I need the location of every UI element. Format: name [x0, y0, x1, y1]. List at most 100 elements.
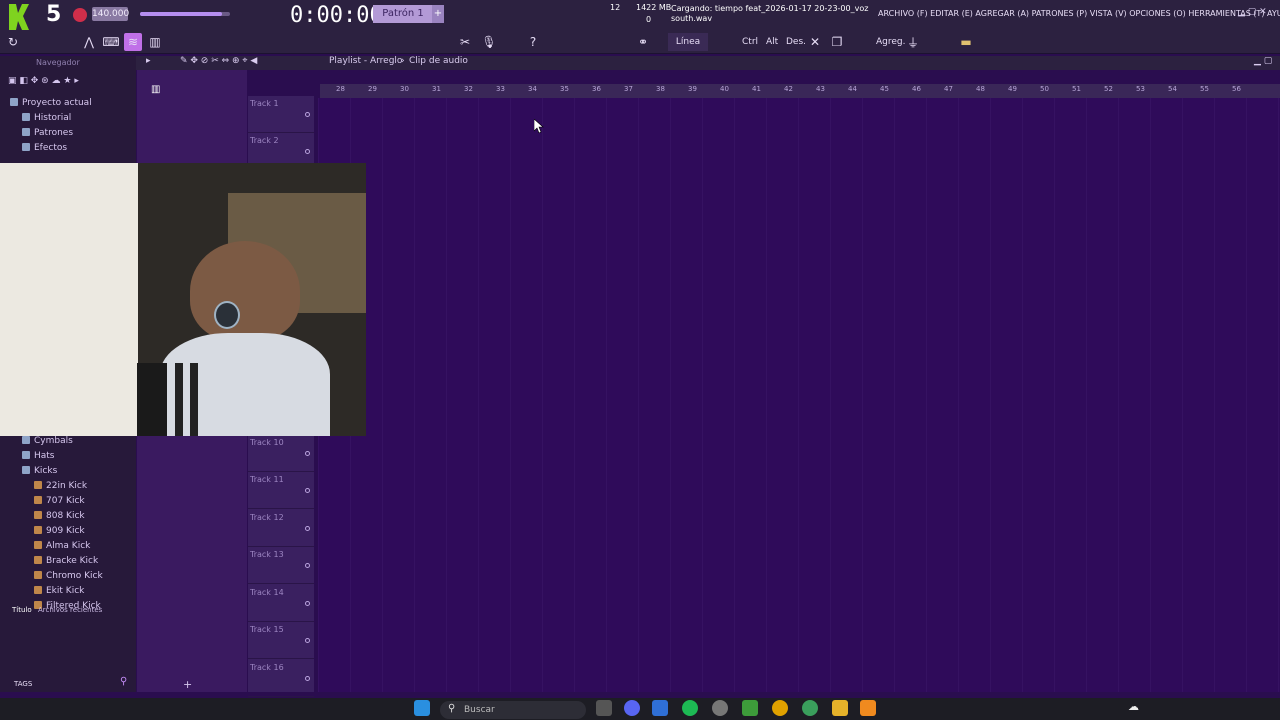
browser-tab-recent[interactable]: Archivos recientes: [38, 606, 102, 614]
browser-item[interactable]: 909 Kick: [10, 524, 134, 539]
des-button[interactable]: Des.: [784, 33, 808, 51]
chrome-icon[interactable]: [772, 700, 788, 716]
alt-button[interactable]: Alt: [764, 33, 780, 51]
browser-item[interactable]: Kicks: [10, 464, 134, 479]
search-icon[interactable]: ⚲: [120, 676, 127, 687]
track-header[interactable]: Track 11: [248, 472, 314, 509]
microphone-icon[interactable]: 🎙: [480, 33, 498, 51]
audio-file-icon: [34, 586, 42, 594]
scissors-icon[interactable]: ✂: [456, 33, 474, 51]
browser-item[interactable]: Historial: [10, 111, 134, 126]
agreg-button[interactable]: Agreg.: [874, 33, 907, 51]
browser-item[interactable]: Alma Kick: [10, 539, 134, 554]
loop-icon[interactable]: ↻: [4, 33, 22, 51]
line-mode-button[interactable]: Línea: [668, 33, 708, 51]
record-button[interactable]: [73, 8, 87, 22]
plugin-icon[interactable]: ▬: [956, 33, 976, 51]
track-label: Track 11: [250, 475, 284, 484]
track-mute-indicator[interactable]: [305, 488, 310, 493]
track-header[interactable]: Track 12: [248, 510, 314, 547]
fl-studio-icon[interactable]: [860, 700, 876, 716]
browser-item[interactable]: 22in Kick: [10, 479, 134, 494]
track-mute-indicator[interactable]: [305, 676, 310, 681]
browser-item[interactable]: Cymbals: [10, 434, 134, 449]
track-mute-indicator[interactable]: [305, 526, 310, 531]
browser-item[interactable]: Chromo Kick: [10, 569, 134, 584]
ruler-tick-label: 37: [624, 85, 633, 93]
add-pattern-button[interactable]: +: [432, 5, 444, 23]
ruler-tick-label: 56: [1232, 85, 1241, 93]
browser-item-label: Chromo Kick: [46, 571, 103, 581]
playlist-window-controls[interactable]: ▁ ▢: [1254, 56, 1272, 66]
taskbar: [0, 698, 1280, 720]
track-mute-indicator[interactable]: [305, 638, 310, 643]
task-view-icon[interactable]: [596, 700, 612, 716]
browser-item-label: 909 Kick: [46, 526, 85, 536]
track-header[interactable]: Track 14: [248, 585, 314, 622]
pattern-selector[interactable]: Patrón 1: [373, 5, 433, 23]
link-icon[interactable]: ⚭: [634, 33, 652, 51]
spotify-icon[interactable]: [682, 700, 698, 716]
timeline-ruler[interactable]: 28 29 30 31 32 33 34 35 36 37 38 39 40 41 42 43 44 45 46 47…: [320, 84, 1280, 98]
browser-item-label: Proyecto actual: [22, 98, 92, 108]
piano-roll-icon[interactable]: ▥: [146, 33, 164, 51]
store-icon[interactable]: [652, 700, 668, 716]
folder-icon: [10, 98, 18, 106]
track-header[interactable]: Track 10: [248, 435, 314, 472]
ruler-tick-label: 39: [688, 85, 697, 93]
onedrive-icon[interactable]: ☁: [1128, 700, 1144, 716]
metronome-icon[interactable]: ⋀: [80, 33, 98, 51]
track-header[interactable]: Track 1: [248, 96, 314, 133]
discord-icon[interactable]: [624, 700, 640, 716]
step-edit-icon[interactable]: ≋: [124, 33, 142, 51]
windows-start-icon[interactable]: [414, 700, 430, 716]
breadcrumb-separator: ›: [401, 56, 405, 66]
ruler-tick-label: 46: [912, 85, 921, 93]
mixer-icon[interactable]: ⏚: [904, 33, 922, 51]
playlist-tool-icon[interactable]: ▥: [151, 84, 160, 95]
ctrl-button[interactable]: Ctrl: [740, 33, 760, 51]
typing-keyboard-icon[interactable]: ⌨: [102, 33, 120, 51]
play-arrow-icon[interactable]: ▸: [146, 56, 151, 66]
browser-item[interactable]: Hats: [10, 449, 134, 464]
window-controls[interactable]: ▁ ▢ ✕: [1238, 7, 1267, 17]
help-icon[interactable]: ?: [524, 33, 542, 51]
taskbar-search[interactable]: ⚲ Buscar: [440, 701, 586, 719]
settings-icon[interactable]: [712, 700, 728, 716]
minecraft-icon[interactable]: [742, 700, 758, 716]
tool-icons[interactable]: ✎ ✥ ⊘ ✂ ⇔ ⊕ ⌖ ◀: [180, 56, 257, 66]
time-display[interactable]: 0:00:00: [290, 3, 383, 28]
browser-item[interactable]: Bracke Kick: [10, 554, 134, 569]
track-header[interactable]: Track 16: [248, 660, 314, 697]
copy-icon[interactable]: ❐: [828, 33, 846, 51]
taskbar-search-icon: ⚲: [448, 703, 456, 714]
track-mute-indicator[interactable]: [305, 601, 310, 606]
main-menu[interactable]: ARCHIVO (F) EDITAR (E) AGREGAR (A) PATRO…: [878, 9, 1280, 18]
playlist-grid[interactable]: [318, 98, 1280, 692]
cut-icon[interactable]: ✕: [806, 33, 824, 51]
browser-item[interactable]: Efectos: [10, 141, 134, 156]
ruler-tick-label: 33: [496, 85, 505, 93]
folder-icon[interactable]: [832, 700, 848, 716]
master-volume-slider[interactable]: [140, 12, 230, 16]
browser-item[interactable]: Ekit Kick: [10, 584, 134, 599]
track-mute-indicator[interactable]: [305, 451, 310, 456]
folder-icon: [22, 436, 30, 444]
browser-item[interactable]: 808 Kick: [10, 509, 134, 524]
browser-tab-title[interactable]: Título: [12, 606, 32, 614]
track-mute-indicator[interactable]: [305, 149, 310, 154]
track-header[interactable]: Track 13: [248, 547, 314, 584]
chrome-profile-icon[interactable]: [802, 700, 818, 716]
browser-item[interactable]: 707 Kick: [10, 494, 134, 509]
track-mute-indicator[interactable]: [305, 563, 310, 568]
track-label: Track 13: [250, 550, 284, 559]
browser-item[interactable]: Patrones: [10, 126, 134, 141]
folder-icon: [22, 113, 30, 121]
tempo-display[interactable]: 140.000: [92, 7, 129, 21]
browser-item[interactable]: Proyecto actual: [10, 96, 134, 111]
track-header[interactable]: Track 15: [248, 622, 314, 659]
track-mute-indicator[interactable]: [305, 112, 310, 117]
add-track-button[interactable]: +: [183, 678, 192, 691]
playlist-clip: Clip de audio: [409, 56, 468, 66]
track-label: Track 15: [250, 625, 284, 634]
